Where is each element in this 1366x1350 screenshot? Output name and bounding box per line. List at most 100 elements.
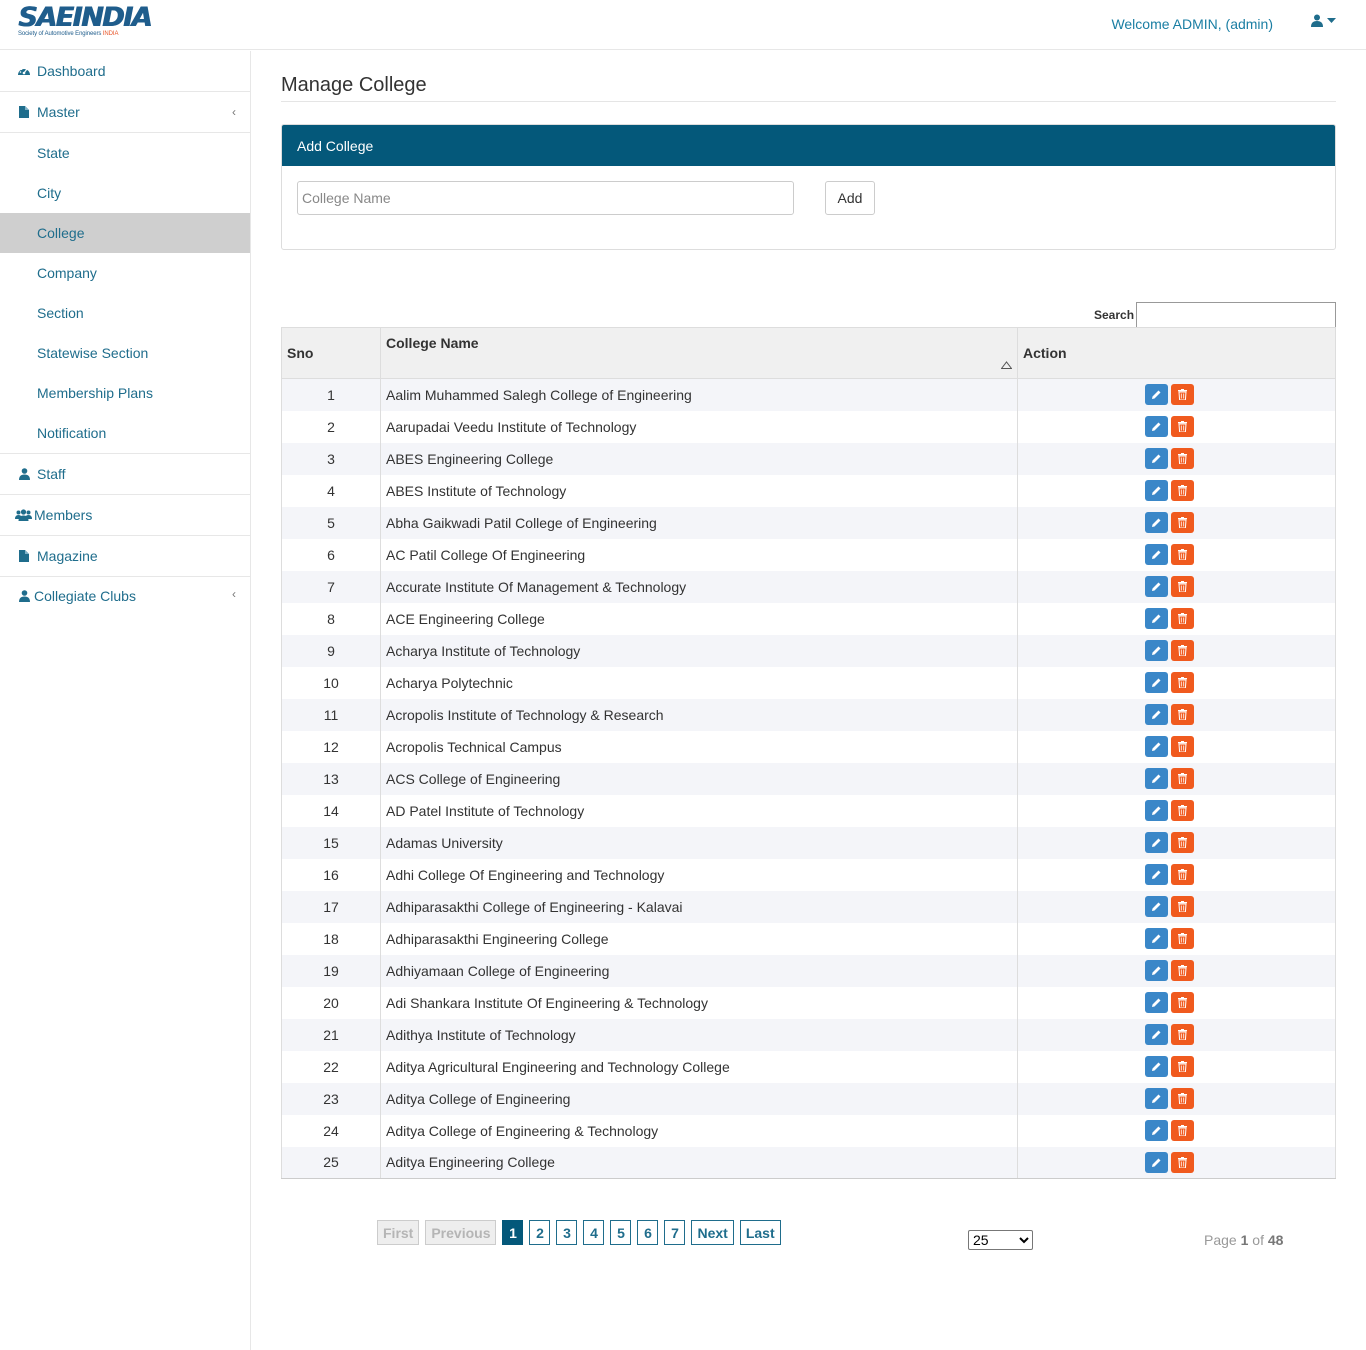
delete-button[interactable]	[1170, 640, 1194, 661]
edit-button[interactable]	[1144, 768, 1168, 789]
table-row: 12 Acropolis Technical Campus	[281, 730, 1336, 763]
edit-button[interactable]	[1144, 1056, 1168, 1077]
pagination-page-1[interactable]: 1	[502, 1220, 524, 1245]
sidebar-item-collegiate-clubs[interactable]: Collegiate Clubs ‹	[0, 577, 250, 615]
delete-button[interactable]	[1170, 960, 1194, 981]
search-input[interactable]	[1136, 302, 1336, 328]
edit-button[interactable]	[1144, 896, 1168, 917]
edit-button[interactable]	[1144, 576, 1168, 597]
delete-button[interactable]	[1170, 1120, 1194, 1141]
sidebar-item-magazine[interactable]: Magazine	[0, 536, 250, 577]
column-header-sno[interactable]: Sno	[281, 327, 381, 379]
page-title: Manage College	[281, 74, 427, 96]
edit-button[interactable]	[1144, 480, 1168, 501]
edit-button[interactable]	[1144, 544, 1168, 565]
delete-button[interactable]	[1170, 928, 1194, 949]
edit-button[interactable]	[1144, 1120, 1168, 1141]
column-header-college-name[interactable]: College Name	[380, 327, 1018, 379]
edit-button[interactable]	[1144, 448, 1168, 469]
pagination-page-2[interactable]: 2	[529, 1220, 551, 1245]
edit-button[interactable]	[1144, 960, 1168, 981]
pagination-page-5[interactable]: 5	[610, 1220, 632, 1245]
trash-icon	[1177, 933, 1187, 944]
delete-button[interactable]	[1170, 480, 1194, 501]
sidebar-item-master[interactable]: Master ‹	[0, 92, 250, 133]
delete-button[interactable]	[1170, 1024, 1194, 1045]
sidebar-item-section[interactable]: Section	[0, 293, 250, 333]
delete-button[interactable]	[1170, 896, 1194, 917]
delete-button[interactable]	[1170, 512, 1194, 533]
pagination-previous[interactable]: Previous	[425, 1220, 497, 1245]
delete-button[interactable]	[1170, 608, 1194, 629]
edit-button[interactable]	[1144, 704, 1168, 725]
edit-button[interactable]	[1144, 640, 1168, 661]
pagination-page-7[interactable]: 7	[664, 1220, 686, 1245]
sidebar-item-statewise-section[interactable]: Statewise Section	[0, 333, 250, 373]
user-menu-toggle[interactable]	[1311, 14, 1336, 27]
cell-college-name: Adhiparasakthi College of Engineering - …	[380, 890, 1018, 923]
pagination-first[interactable]: First	[377, 1220, 420, 1245]
delete-button[interactable]	[1170, 736, 1194, 757]
delete-button[interactable]	[1170, 384, 1194, 406]
sidebar-item-membership-plans[interactable]: Membership Plans	[0, 373, 250, 413]
sidebar-item-company[interactable]: Company	[0, 253, 250, 293]
sidebar-item-state[interactable]: State	[0, 133, 250, 173]
cell-actions	[1017, 378, 1336, 411]
edit-button[interactable]	[1144, 1151, 1168, 1173]
delete-button[interactable]	[1170, 832, 1194, 853]
delete-button[interactable]	[1170, 800, 1194, 821]
cell-college-name: ABES Institute of Technology	[380, 474, 1018, 507]
delete-button[interactable]	[1170, 672, 1194, 693]
edit-button[interactable]	[1144, 832, 1168, 853]
edit-button[interactable]	[1144, 608, 1168, 629]
pagination-page-6[interactable]: 6	[637, 1220, 659, 1245]
add-button[interactable]: Add	[825, 181, 875, 215]
page-size-select[interactable]: 25	[968, 1230, 1033, 1250]
sidebar-item-college[interactable]: College	[0, 213, 250, 253]
pencil-icon	[1151, 1029, 1162, 1040]
edit-button[interactable]	[1144, 1024, 1168, 1045]
college-name-input[interactable]	[297, 181, 794, 215]
cell-actions	[1017, 666, 1336, 699]
trash-icon	[1177, 1061, 1187, 1072]
master-submenu: State City College Company Section State…	[0, 133, 250, 454]
delete-button[interactable]	[1170, 864, 1194, 885]
edit-button[interactable]	[1144, 864, 1168, 885]
edit-button[interactable]	[1144, 928, 1168, 949]
delete-button[interactable]	[1170, 576, 1194, 597]
cell-sno: 1	[281, 378, 381, 411]
pagination-page-3[interactable]: 3	[556, 1220, 578, 1245]
cell-actions	[1017, 1018, 1336, 1051]
cell-college-name: Adhi College Of Engineering and Technolo…	[380, 858, 1018, 891]
sidebar-item-members[interactable]: Members	[0, 495, 250, 536]
cell-actions	[1017, 538, 1336, 571]
cell-sno: 14	[281, 794, 381, 827]
edit-button[interactable]	[1144, 672, 1168, 693]
saeindia-logo[interactable]: SAEINDIA Society of Automotive Engineers…	[18, 4, 152, 38]
edit-button[interactable]	[1144, 512, 1168, 533]
delete-button[interactable]	[1170, 1088, 1194, 1109]
delete-button[interactable]	[1170, 416, 1194, 437]
delete-button[interactable]	[1170, 704, 1194, 725]
sidebar-item-notification[interactable]: Notification	[0, 413, 250, 453]
edit-button[interactable]	[1144, 736, 1168, 757]
edit-button[interactable]	[1144, 800, 1168, 821]
delete-button[interactable]	[1170, 992, 1194, 1013]
pagination-last[interactable]: Last	[739, 1220, 781, 1245]
pagination-page-4[interactable]: 4	[583, 1220, 605, 1245]
sidebar-item-dashboard[interactable]: Dashboard	[0, 51, 250, 92]
delete-button[interactable]	[1170, 544, 1194, 565]
edit-button[interactable]	[1144, 384, 1168, 406]
delete-button[interactable]	[1170, 1056, 1194, 1077]
table-row: 2 Aarupadai Veedu Institute of Technology	[281, 410, 1336, 443]
pagination-next[interactable]: Next	[691, 1220, 734, 1245]
delete-button[interactable]	[1170, 448, 1194, 469]
cell-college-name: Aditya Engineering College	[380, 1146, 1018, 1179]
edit-button[interactable]	[1144, 992, 1168, 1013]
delete-button[interactable]	[1170, 1151, 1194, 1173]
delete-button[interactable]	[1170, 768, 1194, 789]
edit-button[interactable]	[1144, 416, 1168, 437]
sidebar-item-city[interactable]: City	[0, 173, 250, 213]
edit-button[interactable]	[1144, 1088, 1168, 1109]
sidebar-item-staff[interactable]: Staff	[0, 454, 250, 495]
